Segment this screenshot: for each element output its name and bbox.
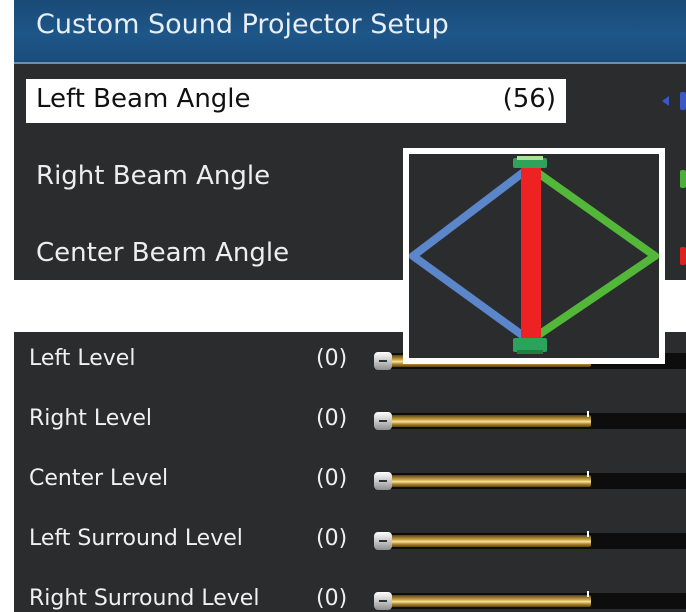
right-level-slider[interactable] — [374, 410, 686, 432]
slider-tick — [587, 471, 589, 477]
left-surround-level-value: (0) — [316, 526, 348, 551]
slider-knob-icon[interactable] — [374, 472, 392, 490]
slider-tick — [587, 531, 589, 537]
right-level-label: Right Level — [29, 406, 152, 431]
left-beam-line — [409, 164, 533, 260]
left-surround-level-label: Left Surround Level — [29, 526, 243, 551]
center-level-label: Center Level — [29, 466, 169, 491]
slider-fill — [388, 595, 591, 607]
right-beam-indicator-icon — [680, 170, 686, 188]
title-bar: Custom Sound Projector Setup — [14, 0, 686, 64]
beam-diagram — [403, 148, 665, 364]
left-beam-angle-row[interactable]: Left Beam Angle (56) — [26, 79, 566, 123]
left-level-value: (0) — [316, 346, 348, 371]
right-beam-angle-label: Right Beam Angle — [36, 161, 271, 191]
right-surround-level-slider[interactable] — [374, 590, 686, 612]
right-surround-level-value: (0) — [316, 586, 348, 611]
projector-bottom-base — [517, 350, 543, 354]
slider-fill — [388, 535, 591, 547]
level-settings-panel: Left Level (0) Right Level (0) Center Le… — [14, 332, 686, 612]
slider-knob-icon[interactable] — [374, 352, 392, 370]
left-level-label: Left Level — [29, 346, 136, 371]
left-beam-angle-value: (56) — [502, 84, 556, 114]
left-beam-angle-label: Left Beam Angle — [36, 84, 251, 114]
center-beam-bar — [521, 168, 541, 340]
left-surround-level-slider[interactable] — [374, 530, 686, 552]
beam-diagram-canvas — [409, 154, 659, 358]
page-title: Custom Sound Projector Setup — [36, 9, 449, 40]
left-beam-line — [409, 252, 533, 344]
left-surround-level-row[interactable]: Left Surround Level (0) — [14, 512, 686, 572]
center-level-value: (0) — [316, 466, 348, 491]
right-level-row[interactable]: Right Level (0) — [14, 392, 686, 452]
right-beam-line — [527, 164, 659, 260]
center-level-row[interactable]: Center Level (0) — [14, 452, 686, 512]
slider-tick — [587, 411, 589, 417]
slider-fill — [388, 415, 591, 427]
projector-bottom-icon — [513, 338, 547, 352]
center-level-slider[interactable] — [374, 470, 686, 492]
slider-fill — [388, 475, 591, 487]
right-surround-level-row[interactable]: Right Surround Level (0) — [14, 572, 686, 612]
slider-knob-icon[interactable] — [374, 412, 392, 430]
right-surround-level-label: Right Surround Level — [29, 586, 260, 611]
projector-top-highlight — [517, 156, 543, 160]
slider-knob-icon[interactable] — [374, 592, 392, 610]
left-arrow-icon[interactable] — [662, 96, 669, 106]
slider-knob-icon[interactable] — [374, 532, 392, 550]
center-beam-angle-label: Center Beam Angle — [36, 238, 290, 268]
slider-tick — [587, 591, 589, 597]
right-level-value: (0) — [316, 406, 348, 431]
right-beam-line — [527, 252, 659, 344]
center-beam-indicator-icon — [680, 247, 686, 265]
left-beam-indicator-icon — [680, 92, 686, 110]
